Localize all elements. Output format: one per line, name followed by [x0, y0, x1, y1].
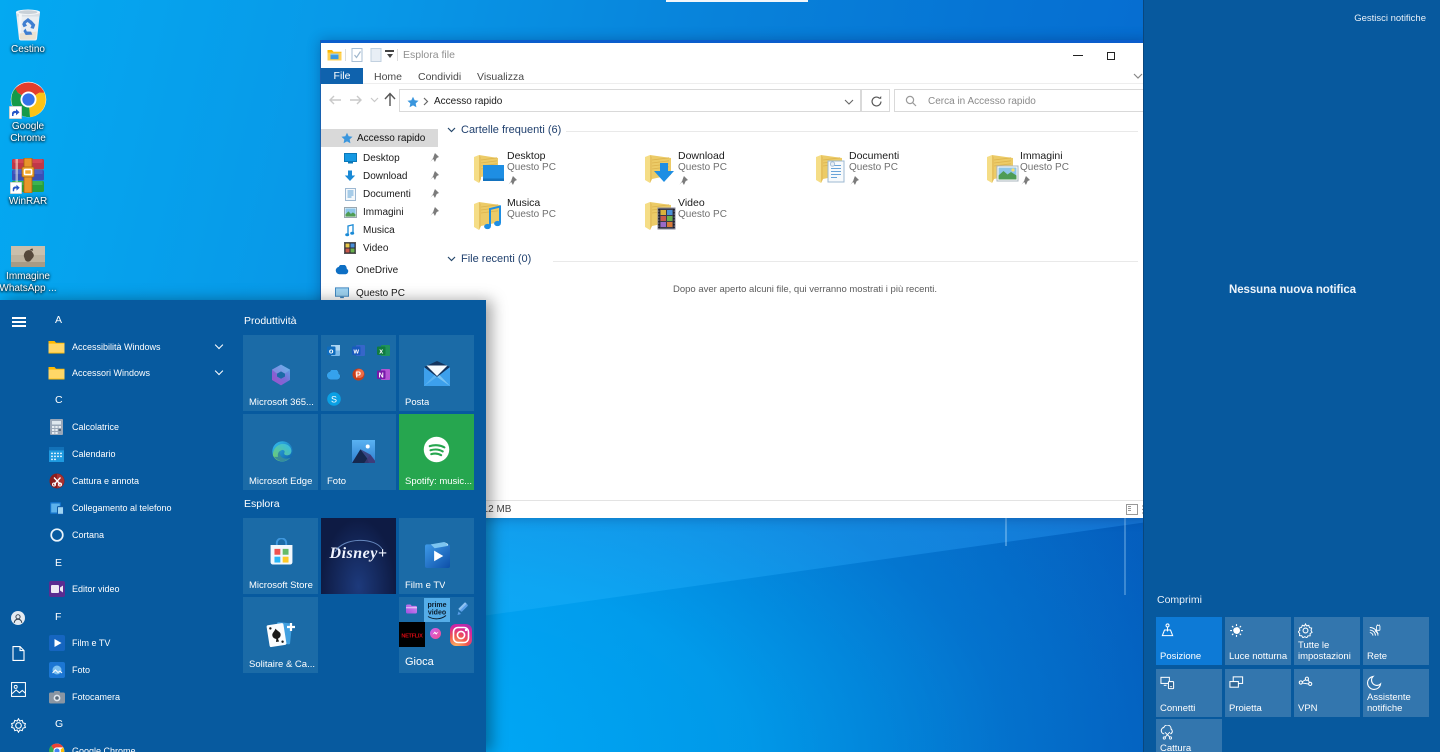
svg-text:prime: prime — [427, 602, 446, 609]
svg-text:video: video — [428, 610, 446, 617]
svg-text:P: P — [356, 371, 362, 380]
svg-text:o: o — [329, 346, 334, 355]
svg-text:x: x — [379, 348, 383, 355]
svg-text:NETFLIX: NETFLIX — [401, 634, 423, 640]
svg-text:N: N — [379, 372, 384, 379]
svg-text:w: w — [352, 348, 359, 355]
svg-text:S: S — [331, 394, 337, 404]
